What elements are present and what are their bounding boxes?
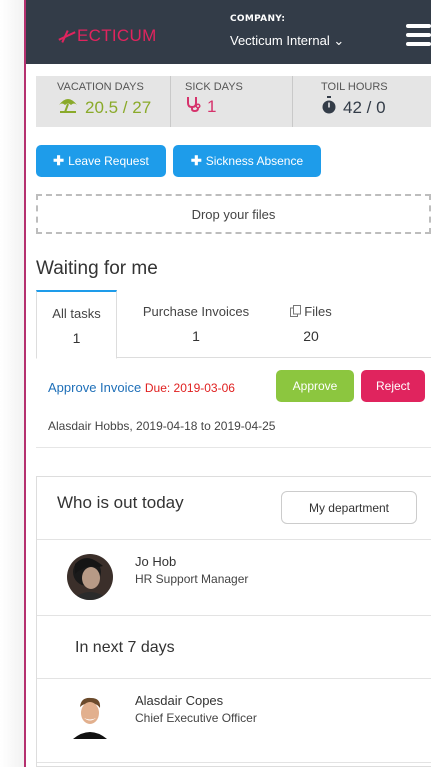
top-bar: ECTICUM COMPANY: Vecticum Internal ⌄	[26, 0, 431, 64]
divider	[37, 615, 431, 616]
task-item[interactable]: Approve Invoice Due: 2019-03-06	[48, 380, 235, 395]
person-role: Chief Executive Officer	[135, 711, 257, 725]
plus-icon: ✚	[190, 153, 202, 168]
list-item[interactable]: Alasdair Copes Chief Executive Officer	[67, 693, 407, 753]
stat-value: 20.5 / 27	[57, 96, 151, 119]
task-tabs: All tasks 1 Purchase Invoices 1 Files 20	[36, 290, 431, 359]
page-gutter	[0, 0, 24, 767]
frame-accent	[24, 0, 26, 767]
company-label: COMPANY:	[230, 14, 286, 24]
avatar	[67, 693, 113, 739]
task-due-date: Due: 2019-03-06	[144, 381, 235, 395]
person-name: Alasdair Copes	[135, 693, 224, 708]
task-subtitle: Alasdair Hobbs, 2019-04-18 to 2019-04-25	[48, 419, 276, 433]
who-is-out-title: Who is out today	[57, 493, 184, 512]
stat-label: SICK DAYS	[185, 81, 243, 93]
logo-text: ECTICUM	[77, 26, 157, 45]
file-drop-zone[interactable]: Drop your files	[36, 194, 431, 234]
task-title-link[interactable]: Approve Invoice	[48, 380, 141, 395]
tab-files[interactable]: Files 20	[266, 290, 356, 358]
stat-label: TOIL HOURS	[321, 81, 388, 93]
hamburger-menu-icon[interactable]	[406, 24, 431, 46]
stat-value: 1	[185, 96, 216, 117]
logo[interactable]: ECTICUM	[58, 26, 157, 46]
waiting-for-me-title: Waiting for me	[36, 258, 158, 279]
person-role: HR Support Manager	[135, 572, 249, 586]
divider	[37, 762, 431, 763]
stat-vacation-days: VACATION DAYS 20.5 / 27	[36, 76, 170, 127]
sickness-absence-button[interactable]: ✚ Sickness Absence	[173, 145, 321, 177]
tab-purchase-invoices[interactable]: Purchase Invoices 1	[128, 290, 264, 358]
list-item[interactable]: Jo Hob HR Support Manager	[67, 554, 407, 614]
stat-toil-hours: TOIL HOURS 42 / 0	[292, 76, 431, 127]
logo-mark-icon	[58, 29, 76, 43]
beach-umbrella-icon	[57, 96, 79, 119]
stat-sick-days: SICK DAYS 1	[170, 76, 292, 127]
stat-label: VACATION DAYS	[57, 81, 144, 93]
tab-count: 1	[72, 330, 81, 346]
chevron-down-icon: ⌄	[333, 33, 345, 48]
next-7-days-title: In next 7 days	[75, 639, 175, 656]
files-icon	[290, 305, 302, 320]
company-selector[interactable]: Vecticum Internal ⌄	[230, 33, 344, 49]
app-frame: ECTICUM COMPANY: Vecticum Internal ⌄ VAC…	[24, 0, 431, 767]
tab-count: 1	[192, 328, 200, 344]
my-department-button[interactable]: My department	[281, 491, 417, 524]
reject-button[interactable]: Reject	[361, 370, 425, 402]
company-value: Vecticum Internal	[230, 33, 330, 48]
stopwatch-icon	[321, 96, 337, 119]
approve-button[interactable]: Approve	[276, 370, 354, 402]
divider	[37, 539, 431, 540]
divider	[36, 447, 431, 448]
balance-summary: VACATION DAYS 20.5 / 27 SICK DAYS 1 TOIL…	[36, 76, 431, 127]
tab-count: 20	[303, 328, 319, 344]
stat-value: 42 / 0	[321, 96, 386, 119]
who-is-out-card: Who is out today My department Jo Hob HR…	[36, 476, 431, 767]
person-name: Jo Hob	[135, 554, 177, 569]
divider	[37, 678, 431, 679]
avatar	[67, 554, 113, 600]
plus-icon: ✚	[53, 153, 65, 168]
stethoscope-icon	[185, 96, 201, 117]
leave-request-button[interactable]: ✚ Leave Request	[36, 145, 166, 177]
tab-all-tasks[interactable]: All tasks 1	[36, 290, 117, 359]
